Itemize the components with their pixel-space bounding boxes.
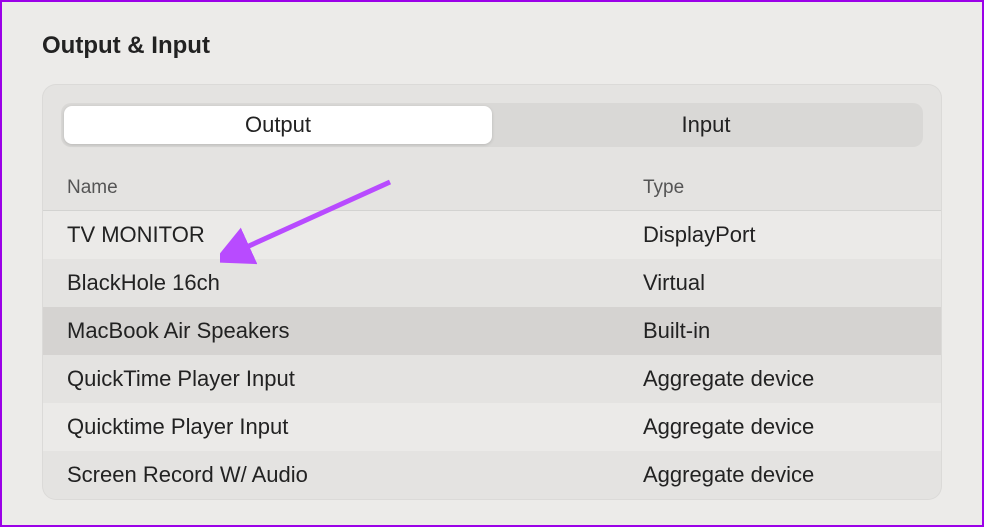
device-type: DisplayPort: [643, 222, 923, 248]
device-table: Name Type TV MONITOR DisplayPort BlackHo…: [43, 165, 941, 499]
table-row[interactable]: Quicktime Player Input Aggregate device: [43, 403, 941, 451]
device-type: Aggregate device: [643, 462, 923, 488]
col-name[interactable]: Name: [61, 177, 643, 199]
device-type: Aggregate device: [643, 414, 923, 440]
device-name: Screen Record W/ Audio: [61, 462, 643, 488]
col-type[interactable]: Type: [643, 177, 923, 199]
table-row[interactable]: QuickTime Player Input Aggregate device: [43, 355, 941, 403]
table-header: Name Type: [43, 165, 941, 211]
section-title: Output & Input: [42, 32, 942, 60]
device-type: Aggregate device: [643, 366, 923, 392]
table-row[interactable]: BlackHole 16ch Virtual: [43, 259, 941, 307]
device-name: QuickTime Player Input: [61, 366, 643, 392]
device-type: Virtual: [643, 270, 923, 296]
table-row[interactable]: MacBook Air Speakers Built-in: [43, 307, 941, 355]
device-name: BlackHole 16ch: [61, 270, 643, 296]
table-row[interactable]: Screen Record W/ Audio Aggregate device: [43, 451, 941, 499]
tab-output[interactable]: Output: [64, 106, 492, 144]
device-name: MacBook Air Speakers: [61, 318, 643, 344]
device-name: TV MONITOR: [61, 222, 643, 248]
device-name: Quicktime Player Input: [61, 414, 643, 440]
tab-input[interactable]: Input: [492, 106, 920, 144]
table-row[interactable]: TV MONITOR DisplayPort: [43, 211, 941, 259]
device-type: Built-in: [643, 318, 923, 344]
sound-panel: Output Input Name Type TV MONITOR Displa…: [42, 84, 942, 500]
segmented-tabs: Output Input: [61, 103, 923, 147]
